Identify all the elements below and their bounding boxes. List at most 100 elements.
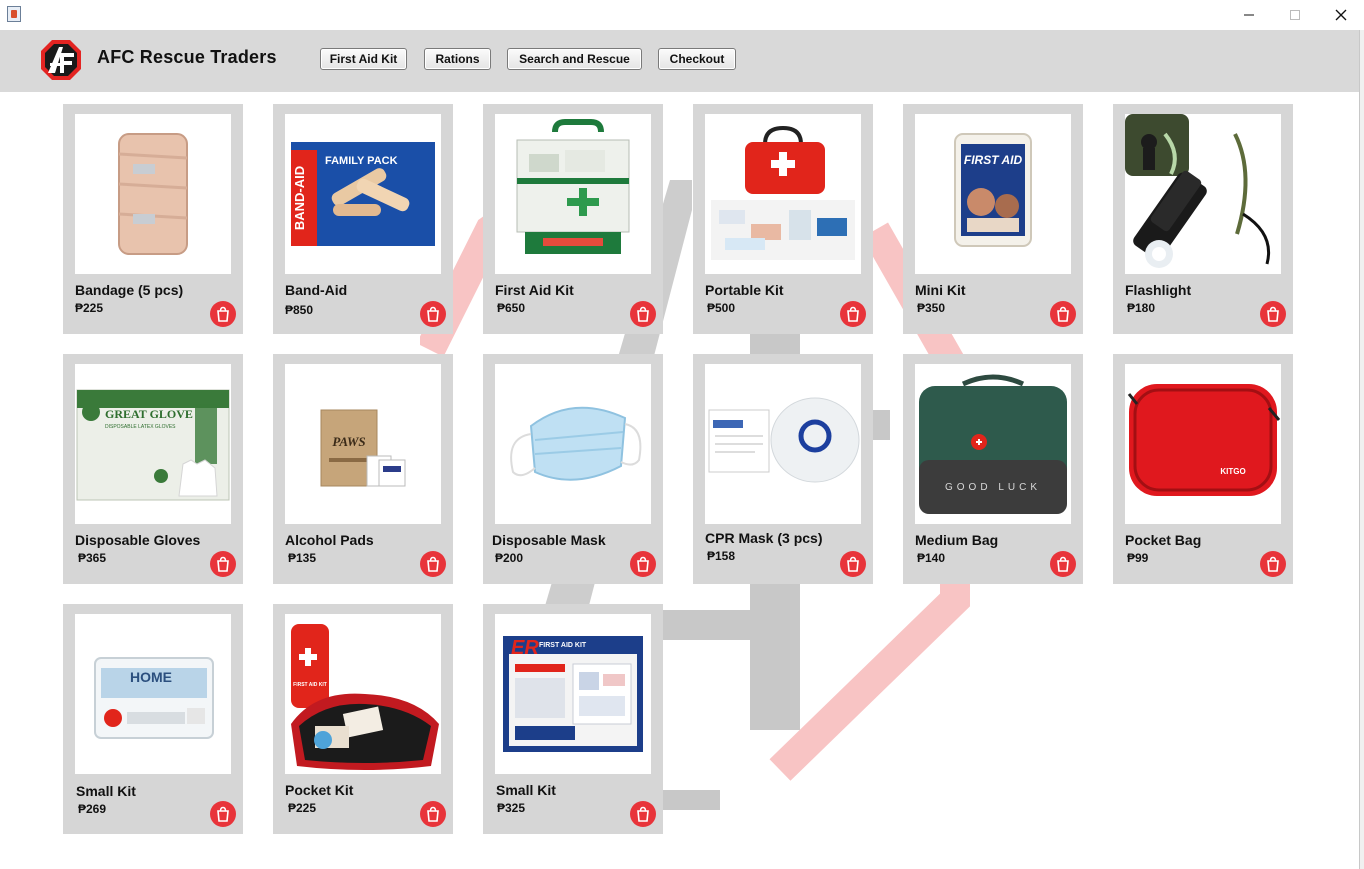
shopping-bag-icon	[217, 806, 229, 822]
minimize-icon[interactable]	[1226, 0, 1272, 30]
add-to-cart-button[interactable]	[630, 551, 656, 577]
product-price: ₱99	[1127, 551, 1149, 565]
add-to-cart-button[interactable]	[1260, 301, 1286, 327]
java-cup-icon	[7, 6, 21, 22]
nav-first-aid-kit-button[interactable]: First Aid Kit	[320, 48, 407, 70]
product-price: ₱225	[288, 801, 317, 815]
shopping-bag-icon	[637, 556, 649, 572]
add-to-cart-button[interactable]	[420, 301, 446, 327]
product-name: Alcohol Pads	[285, 532, 374, 548]
shopping-bag-icon	[637, 306, 649, 322]
product-price: ₱350	[917, 301, 946, 315]
add-to-cart-button[interactable]	[1050, 551, 1076, 577]
pocket-kit-image: FIRST AID KIT	[285, 614, 441, 774]
product-card[interactable]: GOOD LUCK Medium Bag ₱140	[903, 354, 1083, 584]
add-to-cart-button[interactable]	[630, 801, 656, 827]
shopping-bag-icon	[1057, 556, 1069, 572]
product-price: ₱158	[707, 549, 736, 563]
product-price: ₱225	[75, 301, 104, 315]
product-name: Disposable Mask	[492, 532, 606, 548]
family-pack-text: FAMILY PACK	[325, 155, 398, 167]
product-card[interactable]: PAWS Alcohol Pads ₱135	[273, 354, 453, 584]
product-card[interactable]: KITGO Pocket Bag ₱99	[1113, 354, 1293, 584]
maximize-icon[interactable]	[1272, 0, 1318, 30]
add-to-cart-button[interactable]	[210, 551, 236, 577]
cpr-mask-image	[705, 364, 861, 524]
product-card[interactable]: ER FIRST AID KIT Small Kit ₱325	[483, 604, 663, 834]
add-to-cart-button[interactable]	[420, 551, 446, 577]
bandage-image	[75, 114, 231, 274]
product-name: Small Kit	[76, 783, 136, 799]
add-to-cart-button[interactable]	[630, 301, 656, 327]
product-card[interactable]: CPR Mask (3 pcs) ₱158	[693, 354, 873, 584]
product-price: ₱180	[1127, 301, 1156, 315]
product-name: Pocket Bag	[1125, 532, 1202, 548]
er-kit-label-text: FIRST AID KIT	[539, 642, 587, 649]
app-header: AFC Rescue Traders First Aid Kit Rations…	[0, 30, 1359, 92]
portable-kit-image	[705, 114, 861, 274]
add-to-cart-button[interactable]	[840, 551, 866, 577]
mini-kit-image: FIRST AID	[915, 114, 1071, 274]
product-card[interactable]: Bandage (5 pcs) ₱225	[63, 104, 243, 334]
shopping-bag-icon	[847, 556, 859, 572]
scrollbar[interactable]	[1359, 30, 1364, 869]
er-first-aid-kit-image: ER FIRST AID KIT	[495, 614, 651, 774]
product-price: ₱850	[285, 303, 314, 317]
product-name: Pocket Kit	[285, 782, 354, 798]
nav-checkout-button[interactable]: Checkout	[658, 48, 736, 70]
product-name: Disposable Gloves	[75, 532, 201, 548]
shopping-bag-icon	[427, 556, 439, 572]
product-price: ₱135	[288, 551, 317, 565]
product-price: ₱140	[917, 551, 946, 565]
product-price: ₱650	[497, 301, 526, 315]
add-to-cart-button[interactable]	[1050, 301, 1076, 327]
product-name: Mini Kit	[915, 282, 966, 298]
paws-brand-text: PAWS	[332, 434, 365, 449]
product-card[interactable]: First Aid Kit ₱650	[483, 104, 663, 334]
product-price: ₱500	[707, 301, 736, 315]
nav-rations-button[interactable]: Rations	[424, 48, 491, 70]
window-titlebar	[0, 0, 1364, 30]
pocket-kit-label-text: FIRST AID KIT	[293, 682, 327, 688]
shopping-bag-icon	[427, 806, 439, 822]
product-card[interactable]: GREAT GLOVE DISPOSABLE LATEX GLOVES Disp…	[63, 354, 243, 584]
small-kit-home-image: HOME	[75, 614, 231, 774]
product-name: Small Kit	[496, 782, 556, 798]
band-aid-brand-text: BAND-AID	[292, 166, 307, 230]
product-card[interactable]: BAND-AID FAMILY PACK Band-Aid ₱850	[273, 104, 453, 334]
nav-search-and-rescue-button[interactable]: Search and Rescue	[507, 48, 642, 70]
brand-title: AFC Rescue Traders	[97, 47, 277, 67]
shopping-bag-icon	[1267, 556, 1279, 572]
shopping-bag-icon	[1267, 306, 1279, 322]
product-name: Medium Bag	[915, 532, 999, 548]
close-icon[interactable]	[1318, 0, 1364, 30]
flashlight-image	[1125, 114, 1281, 274]
product-card[interactable]: Flashlight ₱180	[1113, 104, 1293, 334]
add-to-cart-button[interactable]	[210, 801, 236, 827]
product-price: ₱325	[497, 801, 526, 815]
add-to-cart-button[interactable]	[840, 301, 866, 327]
alcohol-pads-image: PAWS	[285, 364, 441, 524]
disposable-mask-image	[495, 364, 651, 524]
product-card[interactable]: Portable Kit ₱500	[693, 104, 873, 334]
medium-bag-image: GOOD LUCK	[915, 364, 1071, 524]
product-card[interactable]: Disposable Mask ₱200	[483, 354, 663, 584]
product-name: CPR Mask (3 pcs)	[705, 530, 823, 546]
product-card[interactable]: HOME Small Kit ₱269	[63, 604, 243, 834]
add-to-cart-button[interactable]	[210, 301, 236, 327]
product-price: ₱269	[78, 802, 107, 816]
product-price: ₱200	[495, 551, 524, 565]
disposable-gloves-image: GREAT GLOVE DISPOSABLE LATEX GLOVES	[75, 364, 231, 524]
add-to-cart-button[interactable]	[420, 801, 446, 827]
kitgo-brand-text: KITGO	[1220, 467, 1245, 476]
product-card[interactable]: FIRST AID KIT Pocket Kit ₱225	[273, 604, 453, 834]
shopping-bag-icon	[637, 806, 649, 822]
shopping-bag-icon	[427, 306, 439, 322]
add-to-cart-button[interactable]	[1260, 551, 1286, 577]
band-aid-image: BAND-AID FAMILY PACK	[285, 114, 441, 274]
pocket-bag-image: KITGO	[1125, 364, 1281, 524]
product-name: Bandage (5 pcs)	[75, 282, 184, 298]
product-card[interactable]: FIRST AID Mini Kit ₱350	[903, 104, 1083, 334]
shopping-bag-icon	[217, 556, 229, 572]
product-name: Portable Kit	[705, 282, 784, 298]
